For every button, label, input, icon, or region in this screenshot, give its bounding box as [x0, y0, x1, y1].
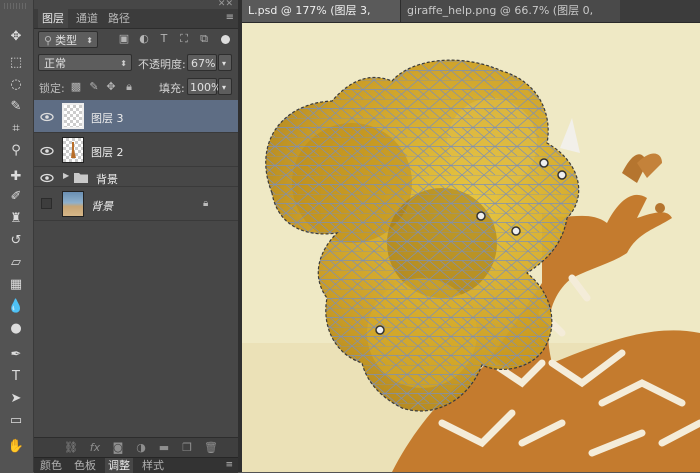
- layer-thumbnail: [62, 103, 84, 129]
- tab-color[interactable]: 颜色: [37, 458, 65, 473]
- folder-icon: [74, 173, 88, 183]
- document-tab-bar: L.psd @ 177% (图层 3, RGB/8) *✕ giraffe_he…: [242, 0, 700, 39]
- opacity-input[interactable]: 67%: [187, 54, 217, 71]
- fill-label: 填充:: [159, 82, 185, 95]
- visibility-eye-icon[interactable]: [40, 111, 54, 123]
- expand-triangle-icon[interactable]: ▶: [63, 171, 69, 180]
- hand-tool-icon[interactable]: ✋: [5, 436, 27, 456]
- lock-position-icon[interactable]: ✥: [105, 81, 117, 93]
- layer-list: 图层 3 图层 2 ▶ 背景 背景 🔒︎: [34, 100, 238, 437]
- blur-tool-icon[interactable]: 💧: [5, 296, 27, 316]
- layer-name: 图层 2: [91, 146, 124, 159]
- brush-tool-icon[interactable]: ✐: [5, 186, 27, 206]
- fill-input[interactable]: 100%: [187, 78, 221, 95]
- path-select-tool-icon[interactable]: ➤: [5, 388, 27, 408]
- panel-menu-icon[interactable]: ≡: [225, 460, 233, 470]
- tab-paths[interactable]: 路径: [104, 9, 134, 28]
- move-tool-icon[interactable]: ✥: [5, 26, 27, 46]
- fx-icon[interactable]: fx: [88, 441, 102, 455]
- layer-row[interactable]: 背景 🔒︎: [34, 188, 238, 221]
- layer-thumbnail: [62, 137, 84, 163]
- tab-adjustments[interactable]: 调整: [105, 458, 133, 473]
- panel-tab-bar: 图层 通道 路径 ≡: [34, 9, 238, 29]
- type-tool-icon[interactable]: T: [5, 366, 27, 386]
- filter-toggle-icon[interactable]: [221, 35, 230, 44]
- dodge-tool-icon[interactable]: ●: [5, 318, 27, 338]
- healing-brush-tool-icon[interactable]: ✚: [5, 166, 27, 186]
- filter-adjustment-icon[interactable]: ◐: [138, 33, 150, 45]
- fill-slider-button[interactable]: ▾: [218, 78, 232, 95]
- document-tab-active[interactable]: L.psd @ 177% (图层 3, RGB/8) *✕: [242, 0, 400, 39]
- blend-mode-value: 正常: [44, 57, 66, 70]
- filter-smart-object-icon[interactable]: ⧉: [198, 33, 210, 45]
- lock-transparent-icon[interactable]: ▩: [70, 81, 82, 93]
- lasso-tool-icon[interactable]: ◌: [5, 74, 27, 94]
- tab-layers[interactable]: 图层: [38, 9, 68, 28]
- giraffe-thumbnail-icon: [71, 142, 76, 158]
- quick-select-tool-icon[interactable]: ✎: [5, 96, 27, 116]
- adjustment-icon[interactable]: ◑: [134, 441, 148, 455]
- lock-image-icon[interactable]: ✎: [88, 81, 100, 93]
- tools-panel: ✥ ⬚ ◌ ✎ ⌗ ⚲ ✚ ✐ ♜ ↺ ▱ ▦ 💧 ● ✒ T ➤ ▭ ✋: [0, 0, 34, 472]
- eyedropper-tool-icon[interactable]: ⚲: [5, 140, 27, 160]
- opacity-label: 不透明度:: [138, 58, 186, 71]
- document-canvas[interactable]: [242, 23, 700, 472]
- bottom-panel-tabs: 颜色 色板 调整 样式 ≡: [34, 457, 238, 473]
- canvas-artwork: [242, 23, 700, 472]
- layers-panel-footer: ⛓ fx ◙ ◑ ▬ ❐ 🗑︎: [34, 437, 238, 458]
- lock-icon: 🔒︎: [203, 198, 209, 209]
- layer-thumbnail: [62, 191, 84, 217]
- crop-tool-icon[interactable]: ⌗: [5, 118, 27, 138]
- trash-icon[interactable]: 🗑︎: [204, 441, 218, 455]
- folder-icon[interactable]: ▬: [157, 441, 171, 455]
- eraser-tool-icon[interactable]: ▱: [5, 252, 27, 272]
- filter-shape-icon[interactable]: ⛶: [178, 33, 190, 45]
- chevron-down-icon: ⬍: [120, 59, 127, 68]
- filter-kind-label: 类型: [55, 34, 78, 47]
- opacity-slider-button[interactable]: ▾: [218, 54, 232, 71]
- visibility-eye-icon[interactable]: [40, 145, 54, 157]
- marquee-tool-icon[interactable]: ⬚: [5, 52, 27, 72]
- visibility-eye-icon[interactable]: [40, 172, 54, 184]
- tab-swatches[interactable]: 色板: [71, 458, 99, 473]
- layers-panel: 图层 通道 路径 ≡ ✕✕ ⚲ 类型 ⬍ ▣ ◐ T ⛶ ⧉ 正常 ⬍ 不透明度:…: [34, 0, 239, 473]
- layer-name: 图层 3: [91, 112, 124, 125]
- visibility-toggle[interactable]: [41, 198, 52, 209]
- new-layer-icon[interactable]: ❐: [180, 441, 194, 455]
- panel-menu-icon[interactable]: ≡: [226, 12, 234, 23]
- layer-group-row[interactable]: ▶ 背景: [34, 168, 238, 187]
- toolbar-grip[interactable]: [4, 3, 28, 9]
- document-tab[interactable]: giraffe_help.png @ 66.7% (图层 0, RGB/8)✕: [400, 0, 620, 39]
- layer-row[interactable]: 图层 3: [34, 100, 238, 133]
- link-icon[interactable]: ⛓: [64, 441, 78, 455]
- chevron-down-icon: ⬍: [86, 36, 93, 45]
- clone-stamp-tool-icon[interactable]: ♜: [5, 208, 27, 228]
- shape-tool-icon[interactable]: ▭: [5, 410, 27, 430]
- filter-pixel-icon[interactable]: ▣: [118, 33, 130, 45]
- tab-styles[interactable]: 样式: [139, 458, 167, 473]
- lock-all-icon[interactable]: 🔒︎: [123, 81, 135, 93]
- panel-close-icon[interactable]: ✕✕: [218, 0, 233, 9]
- tab-channels[interactable]: 通道: [72, 9, 102, 28]
- mask-icon[interactable]: ◙: [111, 441, 125, 455]
- blend-mode-select[interactable]: 正常 ⬍: [38, 54, 132, 71]
- group-name: 背景: [96, 173, 118, 186]
- layer-row[interactable]: 图层 2: [34, 134, 238, 167]
- lock-label: 锁定:: [39, 82, 65, 95]
- filter-kind-select[interactable]: ⚲ 类型 ⬍: [38, 31, 98, 48]
- pen-tool-icon[interactable]: ✒: [5, 344, 27, 364]
- history-brush-tool-icon[interactable]: ↺: [5, 230, 27, 250]
- search-icon: ⚲: [44, 34, 53, 47]
- gradient-tool-icon[interactable]: ▦: [5, 274, 27, 294]
- filter-type-icon[interactable]: T: [158, 33, 170, 45]
- layer-name: 背景: [91, 200, 113, 213]
